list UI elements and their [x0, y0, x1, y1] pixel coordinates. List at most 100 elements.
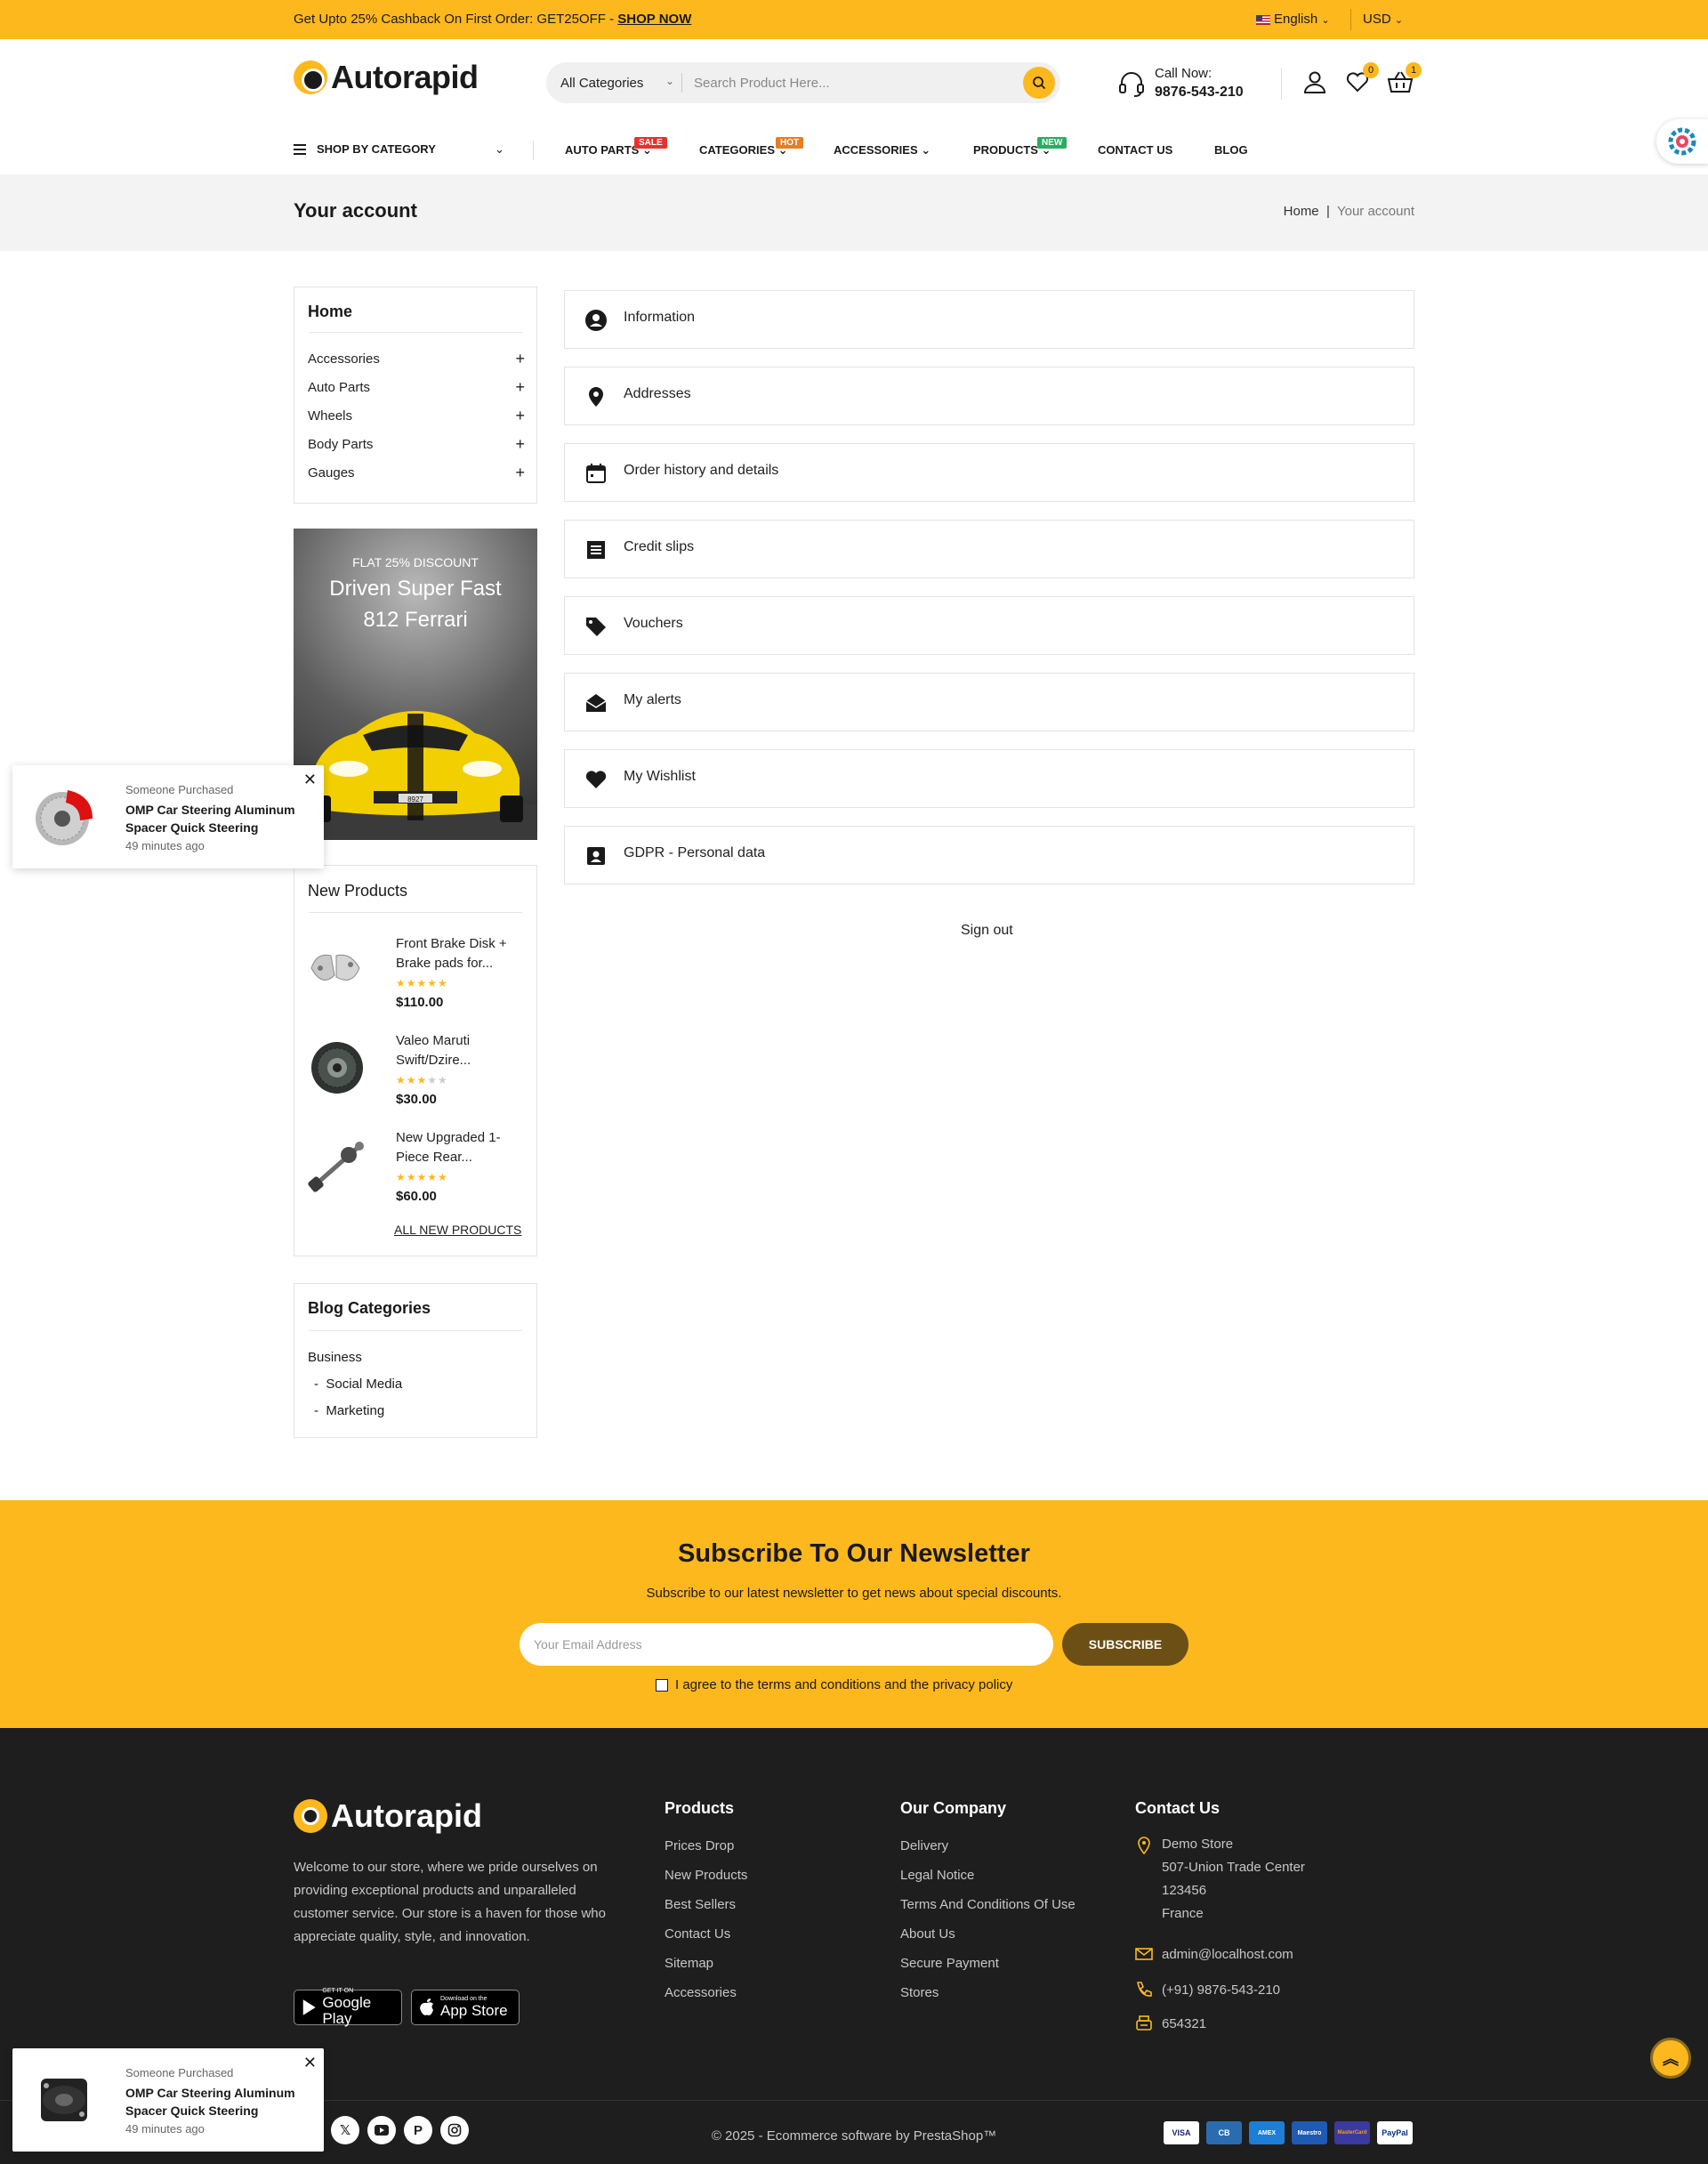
blog-category-item[interactable]: - Marketing — [314, 1403, 384, 1418]
account-button[interactable] — [1301, 68, 1329, 96]
blog-category-item[interactable]: Business — [308, 1350, 362, 1365]
shop-now-link[interactable]: SHOP NOW — [617, 12, 691, 27]
footer-phone[interactable]: (+91) 9876-543-210 — [1162, 1979, 1280, 2002]
currency-selector[interactable]: USD ⌄ — [1363, 12, 1403, 27]
banner-title-line1: Driven Super Fast — [329, 577, 502, 601]
cb-card-icon: CB — [1206, 2121, 1242, 2144]
account-link-my-wishlist[interactable]: My Wishlist — [564, 749, 1414, 808]
category-label: Gauges — [308, 465, 355, 480]
plus-icon[interactable]: + — [515, 407, 525, 425]
account-link-addresses[interactable]: Addresses — [564, 367, 1414, 425]
footer-link[interactable]: Legal Notice — [900, 1868, 974, 1883]
cart-button[interactable]: 1 — [1386, 62, 1422, 96]
new-product-item[interactable]: Valeo Maruti Swift/Dzire... ★★★★★ $30.00 — [306, 1031, 528, 1111]
footer-link[interactable]: Contact Us — [665, 1926, 730, 1942]
nav-item-auto-parts[interactable]: SALE AUTO PARTS ⌄ — [565, 137, 667, 157]
promo-banner[interactable]: FLAT 25% DISCOUNT Driven Super Fast 812 F… — [294, 529, 537, 840]
account-link-label: Vouchers — [624, 616, 683, 631]
account-link-vouchers[interactable]: Vouchers — [564, 596, 1414, 655]
sale-tag: SALE — [634, 137, 667, 149]
product-name[interactable]: Valeo Maruti Swift/Dzire... — [396, 1031, 529, 1070]
plus-icon[interactable]: + — [515, 350, 525, 368]
footer-company-title: Our Company — [900, 1799, 1007, 1817]
logo-gear-icon — [294, 61, 327, 94]
footer-link[interactable]: Secure Payment — [900, 1956, 999, 1971]
purchase-notification: Someone Purchased OMP Car Steering Alumi… — [12, 765, 324, 868]
footer-email[interactable]: admin@localhost.com — [1162, 1943, 1293, 1966]
search-input[interactable] — [694, 69, 996, 96]
breadcrumb-home[interactable]: Home — [1284, 204, 1319, 219]
category-item[interactable]: Wheels + — [308, 407, 525, 425]
account-link-credit-slips[interactable]: Credit slips — [564, 520, 1414, 578]
close-icon[interactable]: ✕ — [303, 771, 317, 789]
map-pin-icon — [1138, 1837, 1150, 1854]
blog-categories-title: Blog Categories — [308, 1299, 431, 1317]
terms-checkbox[interactable] — [656, 1678, 668, 1692]
footer-link[interactable]: Best Sellers — [665, 1897, 736, 1912]
category-tree: Home Accessories + Auto Parts + Wheels + Bo… — [294, 287, 537, 504]
search-category-select[interactable]: All Categories — [560, 76, 643, 91]
logo[interactable]: Autorapid — [294, 59, 479, 96]
plus-icon[interactable]: + — [515, 378, 525, 397]
account-link-information[interactable]: Information — [564, 290, 1414, 349]
account-link-gdpr[interactable]: GDPR - Personal data — [564, 826, 1414, 884]
newsletter-email-input[interactable] — [520, 1623, 1053, 1666]
language-selector[interactable]: English ⌄ — [1256, 12, 1330, 27]
new-products-title: New Products — [308, 882, 408, 900]
product-price: $60.00 — [396, 1189, 437, 1204]
chevron-down-icon: ⌄ — [1394, 15, 1404, 26]
divider — [309, 332, 522, 333]
footer-link[interactable]: Accessories — [665, 1985, 737, 2000]
plus-icon[interactable]: + — [515, 464, 525, 482]
product-name[interactable]: New Upgraded 1-Piece Rear... — [396, 1128, 529, 1167]
terms-agreement: I agree to the terms and conditions and … — [656, 1677, 1012, 1692]
notification-product[interactable]: OMP Car Steering Aluminum Spacer Quick S… — [125, 801, 312, 836]
new-product-item[interactable]: New Upgraded 1-Piece Rear... ★★★★★ $60.0… — [306, 1128, 528, 1208]
wishlist-button[interactable]: 0 — [1343, 62, 1379, 96]
nav-item-contact-us[interactable]: CONTACT US — [1098, 143, 1172, 157]
footer-link[interactable]: New Products — [665, 1868, 747, 1883]
product-name[interactable]: Front Brake Disk + Brake pads for... — [396, 934, 529, 973]
account-link-my-alerts[interactable]: My alerts — [564, 673, 1414, 731]
nav-item-products[interactable]: NEW PRODUCTS ⌄ — [973, 137, 1068, 157]
call-number[interactable]: 9876-543-210 — [1155, 85, 1244, 101]
footer-link[interactable]: About Us — [900, 1926, 955, 1942]
footer-link[interactable]: Sitemap — [665, 1956, 713, 1971]
breadcrumb-current: Your account — [1336, 204, 1414, 219]
clutch-plate-image — [311, 1042, 363, 1094]
close-icon[interactable]: ✕ — [303, 2054, 317, 2072]
footer-link[interactable]: Stores — [900, 1985, 939, 2000]
footer-address: Demo Store 507-Union Trade Center 123456… — [1162, 1833, 1305, 1926]
category-item[interactable]: Auto Parts + — [308, 378, 525, 397]
sign-out-link[interactable]: Sign out — [961, 923, 1013, 939]
account-link-order-history[interactable]: Order history and details — [564, 443, 1414, 502]
notification-product[interactable]: OMP Car Steering Aluminum Spacer Quick S… — [125, 2084, 312, 2120]
category-item[interactable]: Accessories + — [308, 350, 525, 368]
back-to-top-button[interactable]: ︽ — [1650, 2038, 1691, 2079]
footer-link[interactable]: Prices Drop — [665, 1838, 734, 1853]
category-label: Accessories — [308, 351, 380, 367]
footer-link[interactable]: Terms And Conditions Of Use — [900, 1897, 1076, 1912]
promo-bar: Get Upto 25% Cashback On First Order: GE… — [0, 0, 1708, 39]
category-item[interactable]: Body Parts + — [308, 435, 525, 454]
envelope-open-icon — [585, 694, 607, 712]
shop-by-category-button[interactable]: SHOP BY CATEGORY — [294, 142, 436, 156]
nav-item-blog[interactable]: BLOG — [1214, 143, 1248, 157]
category-item[interactable]: Gauges + — [308, 464, 525, 482]
google-play-badge[interactable]: GET IT ON Google Play — [294, 1988, 402, 2027]
plus-icon[interactable]: + — [515, 435, 525, 454]
tag-icon — [586, 618, 606, 636]
category-home-link[interactable]: Home — [308, 303, 352, 321]
drive-shaft-image — [308, 1142, 364, 1192]
app-store-badge[interactable]: Download on the App Store — [411, 1990, 520, 2025]
account-link-label: GDPR - Personal data — [624, 845, 766, 860]
subscribe-button[interactable]: SUBSCRIBE — [1062, 1623, 1188, 1666]
new-product-item[interactable]: Front Brake Disk + Brake pads for... ★★★… — [306, 934, 528, 1014]
nav-item-accessories[interactable]: ACCESSORIES ⌄ — [834, 143, 931, 157]
footer-logo[interactable]: Autorapid — [294, 1797, 482, 1835]
footer-link[interactable]: Delivery — [900, 1838, 948, 1853]
all-new-products-link[interactable]: ALL NEW PRODUCTS — [394, 1223, 521, 1237]
blog-category-item[interactable]: - Social Media — [314, 1377, 402, 1392]
nav-item-categories[interactable]: HOT CATEGORIES ⌄ — [699, 137, 804, 157]
search-button[interactable] — [1023, 67, 1055, 99]
